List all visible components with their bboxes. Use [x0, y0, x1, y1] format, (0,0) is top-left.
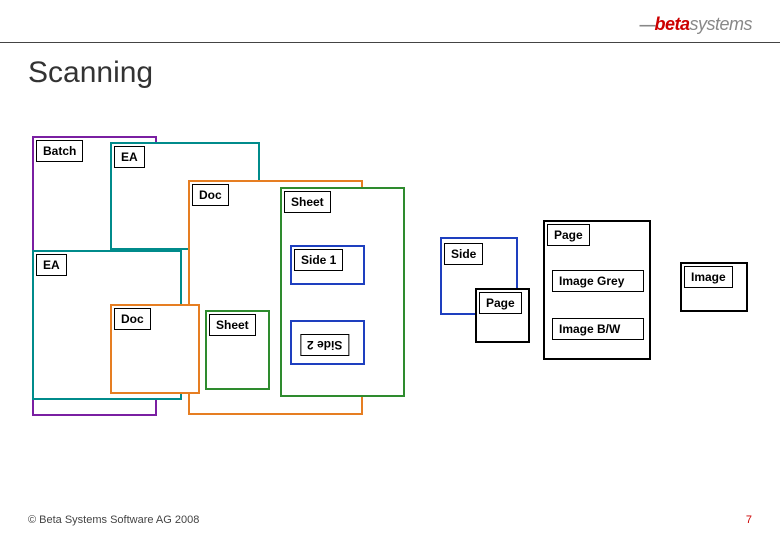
footer-page-number: 7 — [746, 514, 752, 526]
doc-label-1: Doc — [192, 184, 229, 206]
side1-label: Side 1 — [294, 249, 343, 271]
sheet-label-1: Sheet — [284, 191, 331, 213]
doc-label-2: Doc — [114, 308, 151, 330]
image-bw-label: Image B/W — [552, 318, 644, 340]
image-grey-label: Image Grey — [552, 270, 644, 292]
brand-systems: systems — [689, 14, 752, 34]
page-title: Scanning — [28, 56, 153, 90]
page-label-2: Page — [479, 292, 522, 314]
side-label: Side — [444, 243, 483, 265]
brand-dash: — — [639, 17, 654, 34]
image-label: Image — [684, 266, 733, 288]
ea-label-2: EA — [36, 254, 67, 276]
header-rule — [0, 42, 780, 43]
batch-label: Batch — [36, 140, 83, 162]
sheet-box-1 — [280, 187, 405, 397]
page-label-1: Page — [547, 224, 590, 246]
footer-copyright: © Beta Systems Software AG 2008 — [28, 514, 199, 526]
side2-label: Side 2 — [300, 334, 349, 356]
brand-beta: beta — [654, 14, 689, 34]
brand-logo: —betasystems — [639, 14, 752, 35]
ea-label-1: EA — [114, 146, 145, 168]
sheet-label-2: Sheet — [209, 314, 256, 336]
